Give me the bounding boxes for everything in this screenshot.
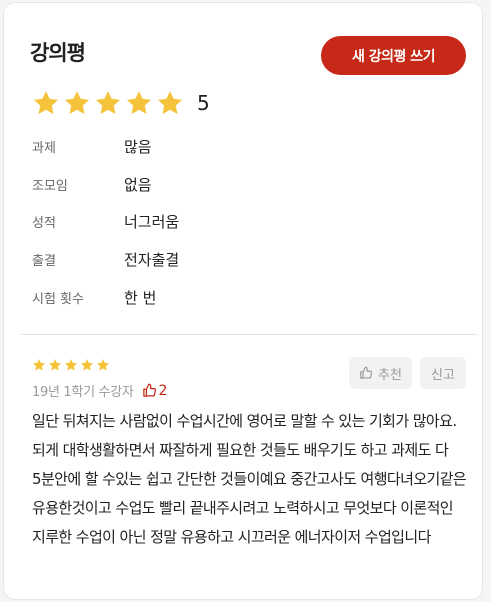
star-icon: [64, 359, 78, 371]
attribute-key: 출결: [32, 254, 56, 269]
overall-rating: 5: [32, 89, 210, 117]
attribute-row-grading: 성적 너그러움: [32, 211, 179, 232]
attribute-key: 조모임: [32, 179, 68, 194]
attribute-row-attendance: 출결 전자출결: [32, 249, 179, 270]
star-icon: [64, 91, 90, 114]
attribute-key: 과제: [32, 141, 56, 156]
star-icon: [33, 91, 59, 114]
write-review-button[interactable]: 새 강의평 쓰기: [321, 36, 466, 75]
rating-value: 5: [197, 91, 210, 115]
attribute-value: 없음: [124, 176, 152, 194]
star-icon: [32, 359, 46, 371]
star-icon: [96, 359, 110, 371]
star-icon: [126, 91, 152, 114]
thumbs-up-icon: [360, 366, 373, 379]
attribute-row-group-work: 조모임 없음: [32, 174, 152, 195]
review-meta-row: 19년 1학기 수강자 2: [32, 381, 168, 401]
attribute-key: 시험 횟수: [32, 292, 84, 307]
section-divider: [21, 334, 477, 335]
attribute-value: 많음: [124, 138, 152, 156]
review-body: 일단 뒤쳐지는 사람없이 수업시간에 영어로 말할 수 있는 기회가 많아요. …: [32, 412, 467, 546]
reviewer-semester: 19년 1학기 수강자: [32, 385, 134, 400]
thumbs-up-icon: [142, 383, 156, 397]
recommend-label: 추천: [378, 367, 402, 383]
attribute-row-assignment: 과제 많음: [32, 136, 152, 157]
attribute-value: 한 번: [124, 289, 157, 307]
attribute-key: 성적: [32, 216, 56, 231]
attribute-row-exam-count: 시험 횟수 한 번: [32, 287, 156, 308]
recommend-button[interactable]: 추천: [349, 357, 412, 389]
like-count-value: 2: [158, 382, 168, 399]
star-icon: [95, 91, 121, 114]
star-icon: [48, 359, 62, 371]
like-count: 2: [142, 382, 168, 399]
attribute-value: 너그러움: [124, 213, 180, 231]
page-title: 강의평: [30, 41, 86, 65]
attribute-value: 전자출결: [124, 251, 180, 269]
report-button[interactable]: 신고: [420, 357, 466, 389]
course-review-card: 강의평 새 강의평 쓰기 5 과제 많음 조모임 없음 성적 너그러움 출결 전…: [3, 2, 483, 600]
star-icon: [80, 359, 94, 371]
rating-stars: [32, 89, 184, 117]
star-icon: [157, 91, 183, 114]
review-stars: [32, 358, 110, 372]
